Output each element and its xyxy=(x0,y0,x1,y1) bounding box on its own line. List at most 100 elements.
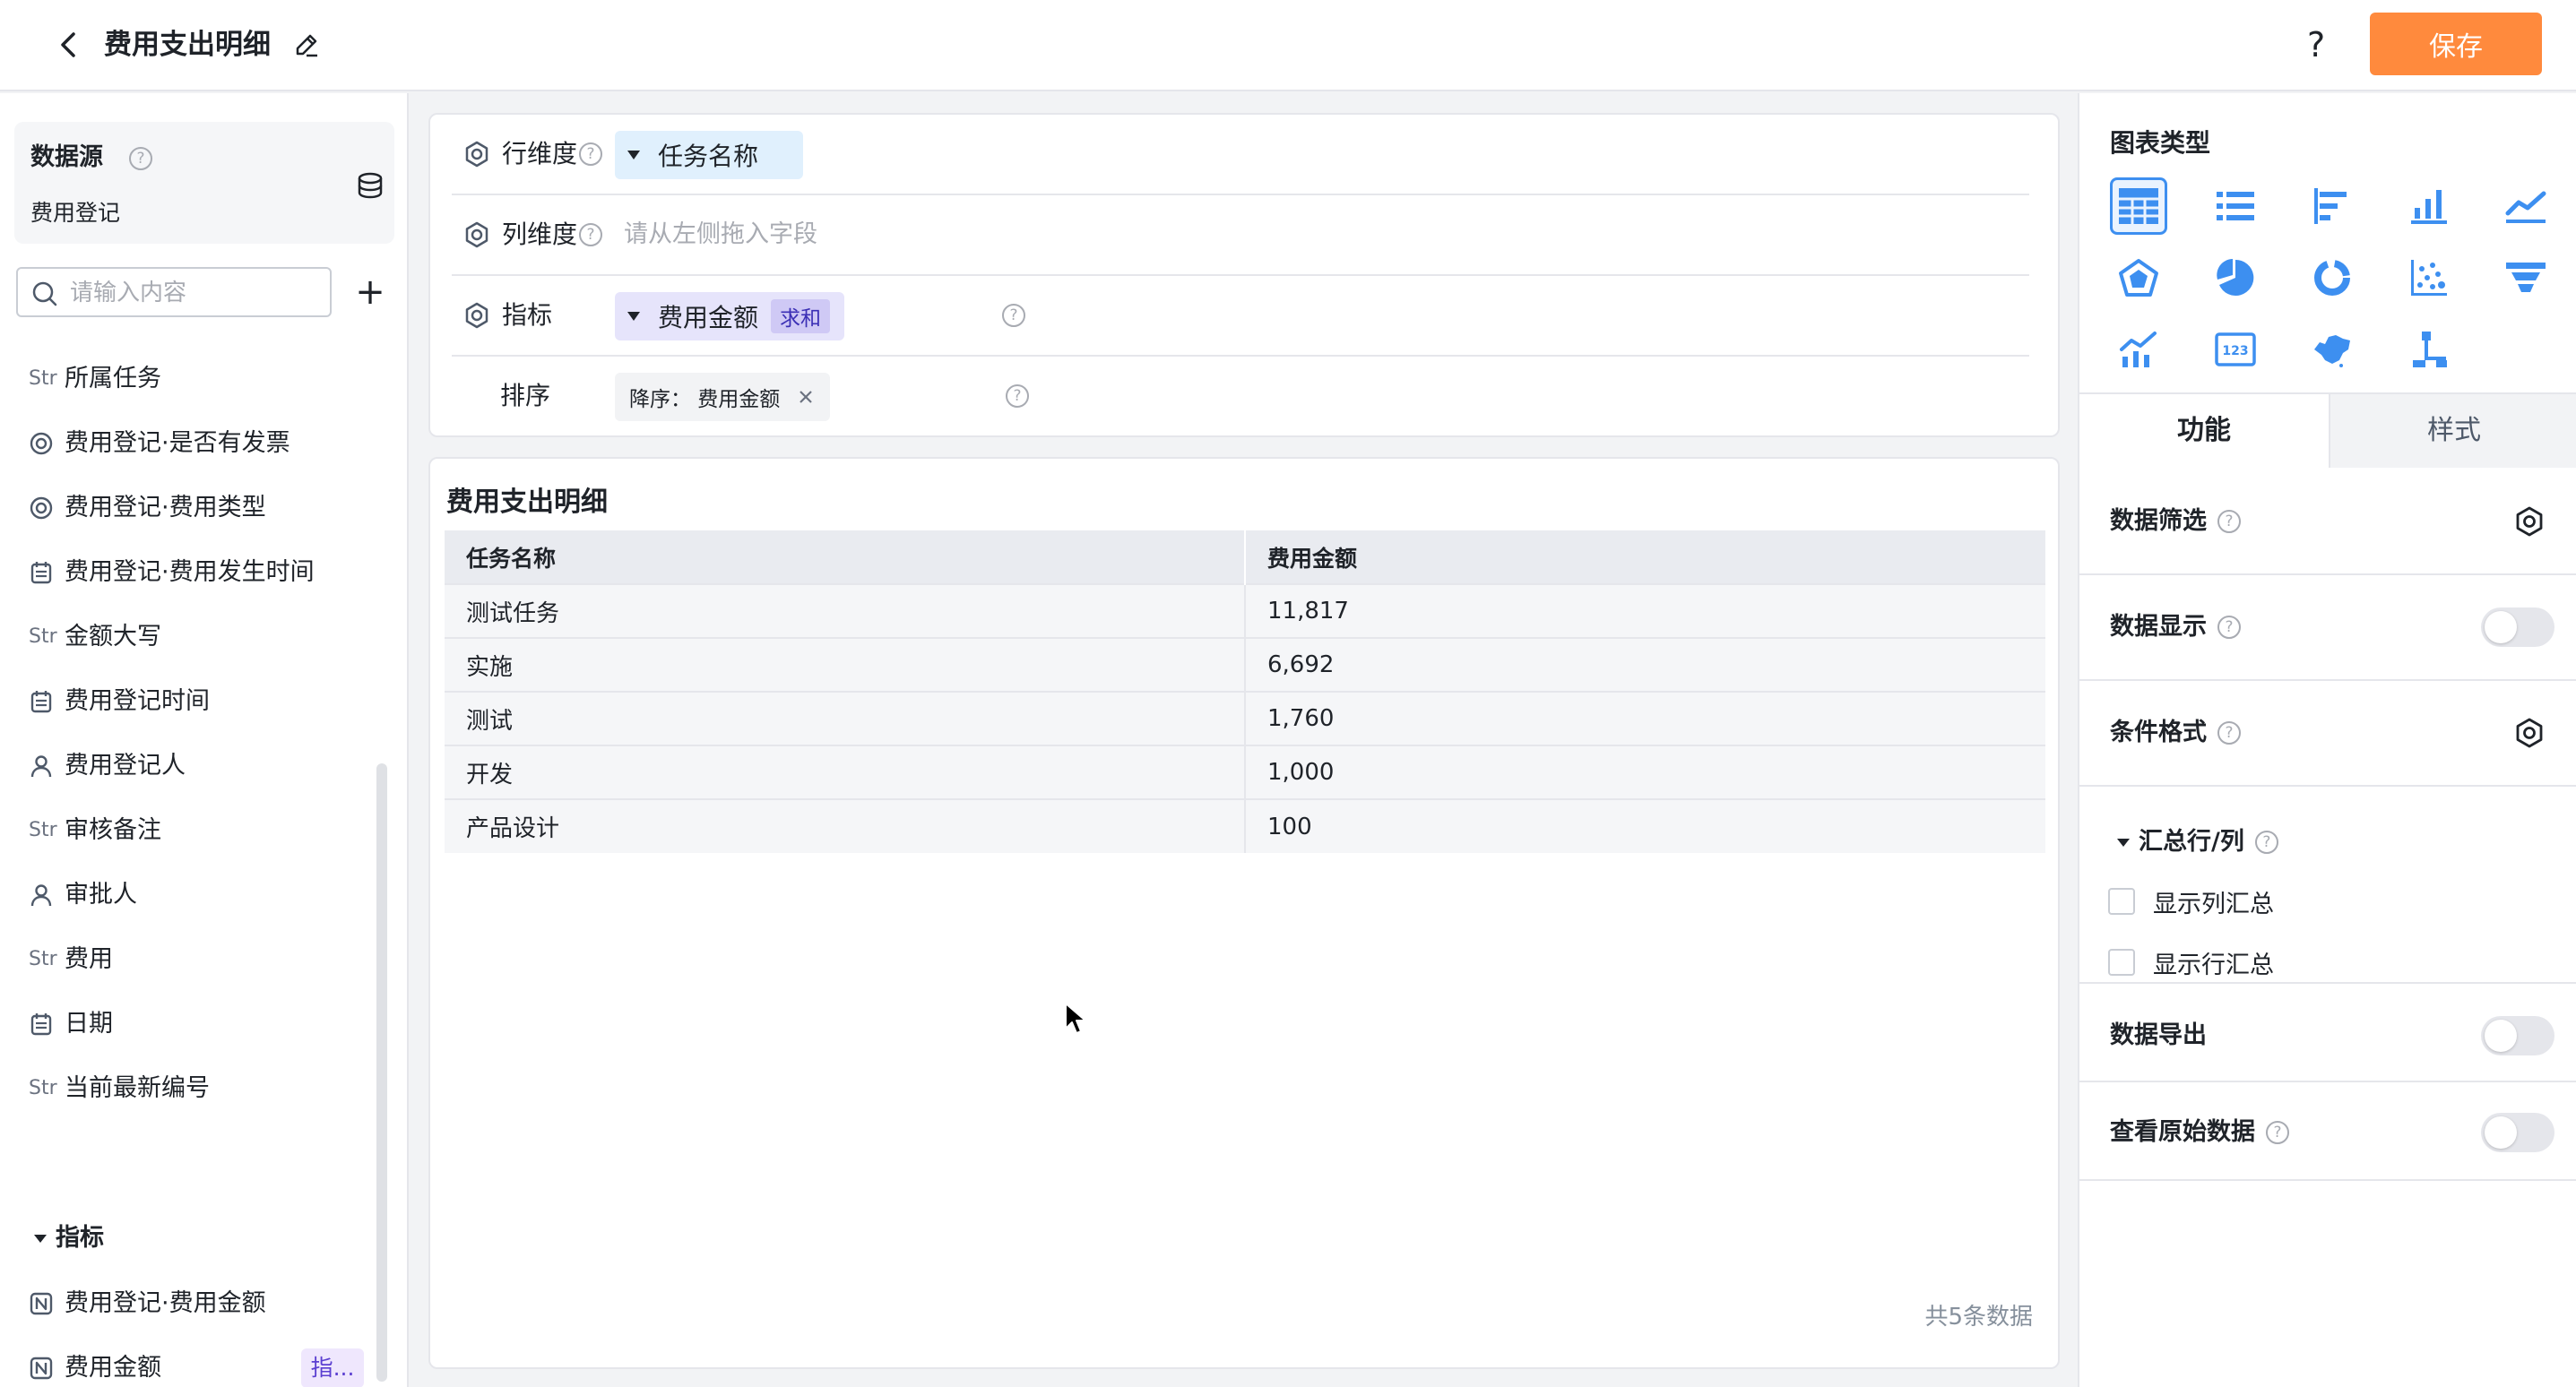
table-header-cell[interactable]: 任务名称 xyxy=(445,530,1246,584)
field-item[interactable]: 审批人 xyxy=(29,873,369,917)
data-display-help-icon[interactable]: ? xyxy=(2217,616,2241,639)
field-item[interactable]: 费用登记·是否有发票 xyxy=(29,421,369,466)
table-header-cell[interactable]: 费用金额 xyxy=(1245,530,2045,584)
field-item[interactable]: 日期 xyxy=(29,1002,369,1047)
back-arrow-icon[interactable] xyxy=(52,27,88,63)
date-type-icon xyxy=(29,560,61,585)
table-cell: 测试任务 xyxy=(445,583,1246,638)
data-display-label: 数据显示 ? xyxy=(2110,607,2241,647)
col-dimension-drop-zone[interactable]: 请从左侧拖入字段 xyxy=(624,215,817,254)
chart-type-bar-horizontal[interactable] xyxy=(2304,177,2361,235)
horizontal-bar-chart-icon xyxy=(2314,188,2347,224)
summary-label[interactable]: 汇总行/列 ? xyxy=(2117,823,2278,862)
chart-type-table[interactable] xyxy=(2110,177,2167,235)
data-export-toggle[interactable] xyxy=(2481,1016,2554,1055)
conditional-format-help-icon[interactable]: ? xyxy=(2217,721,2241,745)
date-type-icon xyxy=(29,1012,61,1037)
help-icon[interactable]: ? xyxy=(2307,23,2325,66)
chart-type-list[interactable] xyxy=(2207,177,2264,235)
chart-type-bar-vertical[interactable] xyxy=(2400,177,2458,235)
conditional-format-settings-icon[interactable] xyxy=(2513,717,2546,749)
svg-text:123: 123 xyxy=(2222,344,2248,358)
field-search-input[interactable] xyxy=(70,276,321,310)
show-col-summary-checkbox[interactable] xyxy=(2108,888,2135,915)
metric-help-icon[interactable]: ? xyxy=(1002,304,1025,327)
table-row[interactable]: 产品设计 100 xyxy=(445,798,2045,853)
field-item[interactable]: 费用登记·费用发生时间 xyxy=(29,550,369,595)
field-search-box[interactable] xyxy=(16,267,332,317)
field-item-label: 费用登记·是否有发票 xyxy=(65,429,290,457)
table-row[interactable]: 测试 1,760 xyxy=(445,691,2045,745)
sort-chip[interactable]: 降序： 费用金额 xyxy=(615,373,831,421)
col-dimension-help-icon[interactable]: ? xyxy=(579,223,602,246)
field-item-label: 日期 xyxy=(65,1010,113,1038)
field-item-label: 费用登记·费用发生时间 xyxy=(65,558,315,586)
table-row[interactable]: 开发 1,000 xyxy=(445,745,2045,799)
data-display-text: 数据显示 xyxy=(2110,613,2207,641)
chart-type-line[interactable] xyxy=(2497,177,2554,235)
field-item[interactable]: 费用登记人 xyxy=(29,744,369,788)
option-type-icon xyxy=(29,495,61,521)
add-field-icon[interactable]: + xyxy=(353,271,387,314)
field-item[interactable]: 费用登记·费用金额 xyxy=(29,1281,369,1326)
chart-type-funnel[interactable] xyxy=(2497,249,2554,306)
field-item-label: 费用登记·费用类型 xyxy=(65,494,266,521)
summary-help-icon[interactable]: ? xyxy=(2254,831,2278,854)
tab-style[interactable]: 样式 xyxy=(2329,394,2576,468)
settings-gear-icon[interactable] xyxy=(462,220,491,249)
caret-down-icon[interactable] xyxy=(627,151,640,159)
chart-type-donut[interactable] xyxy=(2304,249,2361,306)
row-dimension-chip[interactable]: 任务名称 xyxy=(615,131,803,179)
chart-type-radar[interactable] xyxy=(2110,249,2167,306)
conditional-format-text: 条件格式 xyxy=(2110,719,2207,746)
col-dimension-label: 列维度 xyxy=(502,220,578,249)
data-filter-settings-icon[interactable] xyxy=(2513,505,2546,538)
settings-gear-icon[interactable] xyxy=(462,301,491,330)
chart-type-map[interactable] xyxy=(2304,321,2361,378)
row-dimension-help-icon[interactable]: ? xyxy=(579,142,602,166)
sort-help-icon[interactable]: ? xyxy=(1006,384,1029,408)
show-col-summary-option[interactable]: 显示列汇总 xyxy=(2108,882,2274,921)
data-export-label: 数据导出 xyxy=(2110,1016,2207,1055)
chart-type-scatter[interactable] xyxy=(2400,249,2458,306)
field-item[interactable]: Str 所属任务 xyxy=(29,357,369,401)
chart-type-combo[interactable] xyxy=(2110,321,2167,378)
show-row-summary-checkbox[interactable] xyxy=(2108,949,2135,976)
data-display-toggle[interactable] xyxy=(2481,607,2554,647)
chart-type-number-card[interactable]: 123 xyxy=(2207,321,2264,378)
close-icon[interactable] xyxy=(796,387,816,407)
view-raw-text: 查看原始数据 xyxy=(2110,1118,2255,1146)
metrics-section-label: 指标 xyxy=(56,1224,104,1252)
view-raw-toggle[interactable] xyxy=(2481,1113,2554,1152)
table-row[interactable]: 实施 6,692 xyxy=(445,637,2045,692)
chart-type-pie[interactable] xyxy=(2207,249,2264,306)
field-item[interactable]: 费用登记·费用类型 xyxy=(29,486,369,530)
table-header-row: 任务名称 费用金额 xyxy=(445,530,2045,584)
field-item[interactable]: Str 当前最新编号 xyxy=(29,1066,369,1111)
data-export-row: 数据导出 xyxy=(2079,984,2576,1082)
metric-chip[interactable]: 费用金额 求和 xyxy=(615,292,845,340)
show-row-summary-option[interactable]: 显示行汇总 xyxy=(2108,943,2274,982)
field-item[interactable]: Str 金额大写 xyxy=(29,615,369,659)
sidebar-scrollbar[interactable] xyxy=(376,763,387,1382)
caret-down-icon[interactable] xyxy=(627,312,640,321)
save-button[interactable]: 保存 xyxy=(2370,13,2542,75)
field-item[interactable]: Str 审核备注 xyxy=(29,808,369,853)
edit-pencil-icon[interactable] xyxy=(292,30,321,59)
table-row[interactable]: 测试任务 11,817 xyxy=(445,583,2045,638)
aggregation-tag[interactable]: 求和 xyxy=(771,299,831,333)
datasource-help-icon[interactable]: ? xyxy=(129,147,152,170)
tab-function[interactable]: 功能 xyxy=(2079,394,2329,468)
field-item-label: 审核备注 xyxy=(65,816,161,844)
view-raw-help-icon[interactable]: ? xyxy=(2266,1121,2289,1144)
data-filter-help-icon[interactable]: ? xyxy=(2217,510,2241,533)
database-switch-icon[interactable] xyxy=(355,170,385,201)
field-item[interactable]: Str 费用 xyxy=(29,937,369,982)
field-item[interactable]: 费用登记时间 xyxy=(29,679,369,724)
metrics-section-header[interactable]: 指标 xyxy=(34,1219,104,1258)
field-item-label: 费用登记·费用金额 xyxy=(65,1289,266,1317)
metric-type-badge[interactable]: 指... xyxy=(301,1348,364,1387)
settings-gear-icon[interactable] xyxy=(462,140,491,168)
chart-type-org[interactable] xyxy=(2400,321,2458,378)
user-type-icon xyxy=(29,883,61,908)
